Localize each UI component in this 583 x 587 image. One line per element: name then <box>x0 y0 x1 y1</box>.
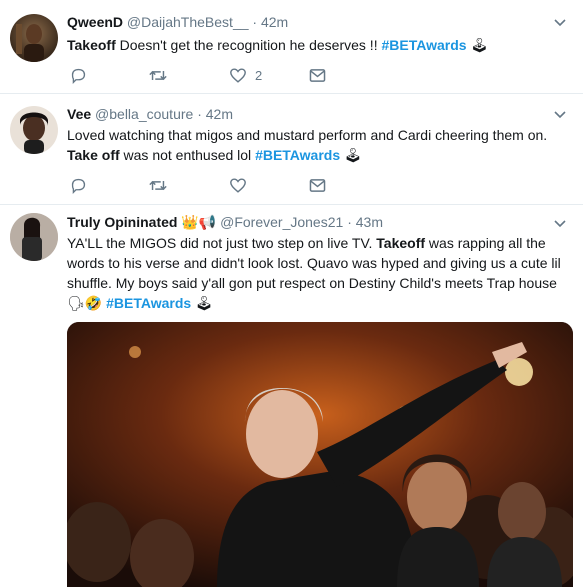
avatar[interactable] <box>10 14 58 62</box>
tweet-2[interactable]: Vee @bella_couture · 42m Loved watching … <box>0 94 583 205</box>
highlighted-keyword: Takeoff <box>67 37 116 53</box>
name-emoji: 👑📢 <box>181 214 217 230</box>
tweet-text: Loved watching that migos and mustard pe… <box>67 125 572 165</box>
chevron-down-icon[interactable] <box>553 18 567 28</box>
hashtag-link[interactable]: #BETAwards <box>106 295 191 311</box>
avatar[interactable] <box>10 213 58 261</box>
timestamp[interactable]: 42m <box>206 106 233 122</box>
timestamp[interactable]: 42m <box>261 14 288 30</box>
reply-icon <box>71 68 86 84</box>
hashtag-link[interactable]: #BETAwards <box>255 147 340 163</box>
direct-message-icon <box>309 178 326 192</box>
avatar[interactable] <box>10 106 58 154</box>
tweet-actions <box>67 175 367 195</box>
tweet-media-image[interactable] <box>67 322 573 587</box>
retweet-button[interactable] <box>148 175 168 195</box>
reply-button[interactable] <box>70 175 87 195</box>
tweet-text-segment: Loved watching that migos and mustard pe… <box>67 127 548 143</box>
like-count: 2 <box>255 67 263 83</box>
reply-icon <box>71 178 86 194</box>
separator-dot: · <box>252 14 258 30</box>
chevron-down-icon[interactable] <box>553 110 567 120</box>
separator-dot: · <box>347 214 352 230</box>
timestamp[interactable]: 43m <box>356 214 383 230</box>
reply-button[interactable] <box>70 65 87 85</box>
separator-dot: · <box>197 106 202 122</box>
user-handle[interactable]: @DaijahTheBest__ <box>127 14 249 30</box>
display-name[interactable]: Truly Opininated <box>67 214 177 230</box>
heart-icon <box>230 67 246 83</box>
direct-message-button[interactable] <box>309 65 326 85</box>
chevron-down-icon[interactable] <box>553 219 567 229</box>
like-button[interactable]: 2 <box>229 65 262 85</box>
tweet-text-segment: 🕹 <box>340 147 362 163</box>
display-name[interactable]: QweenD <box>67 14 123 30</box>
highlighted-keyword: Take off <box>67 147 120 163</box>
display-name[interactable]: Vee <box>67 106 91 122</box>
user-handle[interactable]: @Forever_Jones21 <box>220 214 343 230</box>
user-handle[interactable]: @bella_couture <box>95 106 193 122</box>
heart-icon <box>230 177 246 193</box>
tweet-1[interactable]: QweenD @DaijahTheBest__ · 42m Takeoff Do… <box>0 0 583 94</box>
tweet-text: YA'LL the MIGOS did not just two step on… <box>67 233 572 313</box>
direct-message-button[interactable] <box>309 175 326 195</box>
tweet-text-segment: was not enthused lol <box>119 147 256 163</box>
tweet-text: Takeoff Doesn't get the recognition he d… <box>67 35 572 55</box>
tweet-text-segment: 🕹 <box>466 37 489 53</box>
direct-message-icon <box>309 68 326 82</box>
hashtag-link[interactable]: #BETAwards <box>381 37 466 53</box>
tweet-text-segment: 🕹 <box>191 295 213 311</box>
tweet-actions: 2 <box>67 65 367 85</box>
like-button[interactable] <box>229 175 255 195</box>
retweet-icon <box>149 180 167 190</box>
tweet-text-segment: YA'LL the MIGOS did not just two step on… <box>67 235 377 251</box>
highlighted-keyword: Takeoff <box>376 235 426 251</box>
media-illustration <box>67 322 573 587</box>
retweet-icon <box>149 70 167 80</box>
tweet-text-segment: Doesn't get the recognition he deserves … <box>115 37 382 53</box>
retweet-button[interactable] <box>148 65 168 85</box>
